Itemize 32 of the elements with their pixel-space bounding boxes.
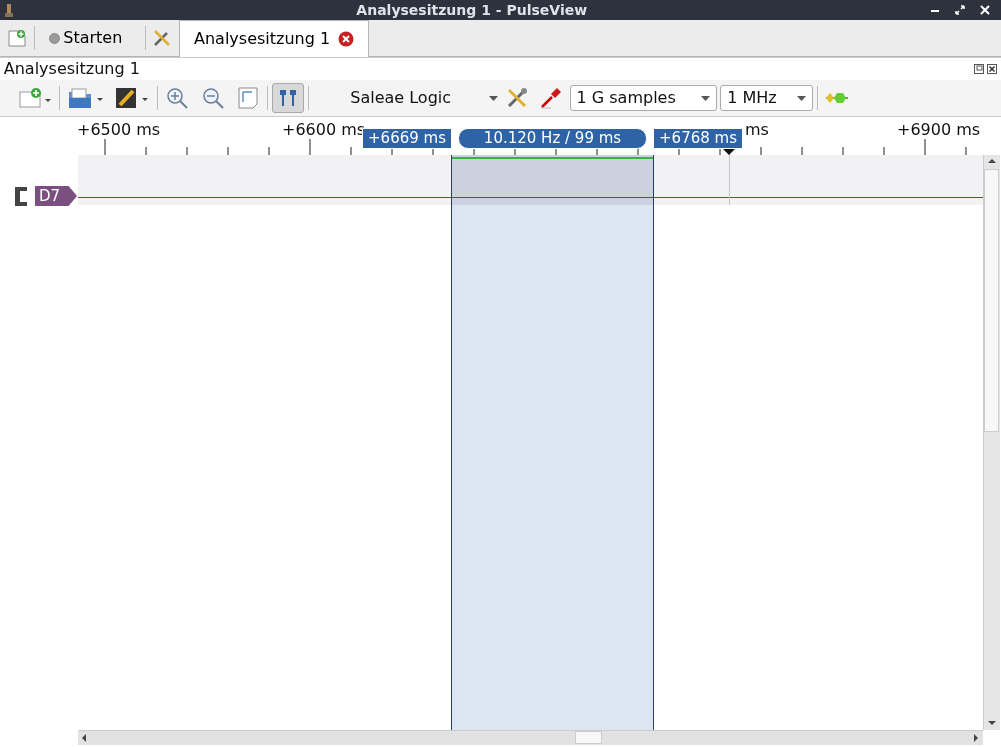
scroll-down-icon[interactable] — [987, 719, 997, 727]
cursor-label[interactable]: +6768 ms — [653, 128, 743, 149]
horizontal-scrollbar[interactable] — [78, 730, 983, 745]
channel-grip-icon[interactable] — [15, 187, 28, 206]
scroll-up-icon[interactable] — [987, 157, 997, 165]
status-dot — [48, 32, 60, 44]
scrollbar-thumb[interactable] — [984, 169, 999, 432]
cursor-toggle-icon[interactable] — [271, 83, 304, 113]
maximize-icon[interactable] — [954, 5, 965, 15]
app-icon — [3, 2, 14, 18]
tab[interactable]: Analysesitzung 1 — [179, 20, 369, 57]
cursor-label[interactable]: +6669 ms — [362, 128, 452, 149]
close-icon[interactable] — [987, 64, 998, 74]
close-tab-icon[interactable] — [337, 31, 354, 47]
panel-title: Analysesitzung 1 — [3, 58, 140, 80]
caret-icon — [797, 95, 807, 101]
window-title: Analysesitzung 1 - PulseView — [356, 0, 588, 20]
ruler-label: ms — [745, 119, 769, 141]
caret-icon — [489, 95, 499, 101]
measurement-label: 10.120 Hz / 99 ms — [458, 128, 647, 149]
caret-icon — [700, 95, 710, 101]
ruler-label: +6900 ms — [897, 119, 981, 141]
float-icon[interactable] — [973, 64, 984, 74]
channel-label[interactable]: D7 — [35, 186, 77, 206]
sample-count-select[interactable]: 1 G samples — [569, 85, 717, 111]
scroll-left-icon[interactable] — [80, 733, 88, 743]
ruler-label: +6500 ms — [77, 119, 161, 141]
sample-rate-select[interactable]: 1 MHz — [720, 85, 814, 111]
tab[interactable]: Starten — [34, 20, 145, 56]
device-selector[interactable]: Saleae Logic — [312, 86, 499, 110]
scrollbar-thumb[interactable] — [575, 731, 602, 744]
scroll-right-icon[interactable] — [972, 733, 980, 743]
